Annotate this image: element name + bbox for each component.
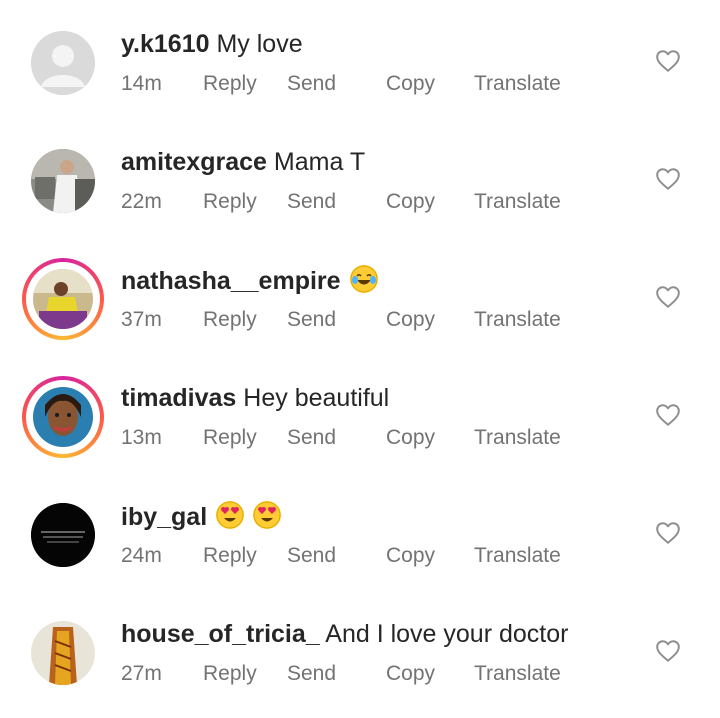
comment-item: timadivas Hey beautiful 13m Reply Send C… — [0, 354, 720, 472]
like-heart-icon[interactable] — [655, 520, 681, 546]
comment-line: timadivas Hey beautiful — [121, 383, 389, 413]
comments-list: y.k1610 My love 14m Reply Send Copy Tran… — [0, 0, 720, 718]
send-button[interactable]: Send — [287, 424, 336, 452]
avatar[interactable] — [22, 376, 104, 458]
comment-timestamp: 22m — [121, 190, 162, 213]
comment-text: My love — [216, 30, 303, 58]
profile-photo-icon — [31, 149, 95, 213]
comment-timestamp: 13m — [121, 426, 162, 449]
avatar[interactable] — [22, 612, 104, 694]
default-avatar-icon — [31, 31, 95, 95]
comment-line: house_of_tricia_ And I love your doctor — [121, 619, 568, 649]
send-button[interactable]: Send — [287, 660, 336, 688]
username-link[interactable]: house_of_tricia_ — [121, 620, 320, 648]
heart-eyes-emoji-icon — [253, 501, 282, 529]
translate-button[interactable]: Translate — [474, 306, 561, 334]
reply-button[interactable]: Reply — [203, 70, 257, 98]
comment-item: iby_gal 24m Reply Send Copy Translate — [0, 472, 720, 590]
like-heart-icon[interactable] — [655, 48, 681, 74]
comment-line: nathasha__empire — [121, 265, 378, 296]
comment-timestamp: 14m — [121, 72, 162, 95]
comment-text: Hey beautiful — [243, 384, 390, 412]
send-button[interactable]: Send — [287, 306, 336, 334]
comment-item: house_of_tricia_ And I love your doctor … — [0, 590, 720, 708]
like-heart-icon[interactable] — [655, 402, 681, 428]
send-button[interactable]: Send — [287, 542, 336, 570]
like-heart-icon[interactable] — [655, 284, 681, 310]
username-link[interactable]: nathasha__empire — [121, 267, 341, 295]
comment-line: y.k1610 My love — [121, 29, 303, 59]
comment-line: iby_gal — [121, 501, 282, 532]
profile-photo-icon — [31, 503, 95, 567]
tears-of-joy-emoji-icon — [349, 265, 378, 293]
username-link[interactable]: timadivas — [121, 384, 236, 412]
comment-line: amitexgrace Mama T — [121, 147, 365, 177]
avatar[interactable] — [22, 258, 104, 340]
reply-button[interactable]: Reply — [203, 188, 257, 216]
copy-button[interactable]: Copy — [386, 542, 435, 570]
reply-button[interactable]: Reply — [203, 542, 257, 570]
reply-button[interactable]: Reply — [203, 424, 257, 452]
copy-button[interactable]: Copy — [386, 424, 435, 452]
username-link[interactable]: y.k1610 — [121, 30, 210, 58]
send-button[interactable]: Send — [287, 70, 336, 98]
avatar[interactable] — [22, 494, 104, 576]
username-link[interactable]: iby_gal — [121, 503, 207, 531]
comment-timestamp: 24m — [121, 544, 162, 567]
comment-timestamp: 37m — [121, 308, 162, 331]
comment-item: amitexgrace Mama T 22m Reply Send Copy T… — [0, 118, 720, 236]
send-button[interactable]: Send — [287, 188, 336, 216]
reply-button[interactable]: Reply — [203, 660, 257, 688]
translate-button[interactable]: Translate — [474, 660, 561, 688]
profile-photo-icon — [31, 621, 95, 685]
translate-button[interactable]: Translate — [474, 424, 561, 452]
avatar[interactable] — [22, 140, 104, 222]
copy-button[interactable]: Copy — [386, 70, 435, 98]
like-heart-icon[interactable] — [655, 166, 681, 192]
profile-photo-icon — [33, 387, 93, 447]
comment-item: y.k1610 My love 14m Reply Send Copy Tran… — [0, 0, 720, 118]
avatar[interactable] — [22, 22, 104, 104]
copy-button[interactable]: Copy — [386, 306, 435, 334]
copy-button[interactable]: Copy — [386, 660, 435, 688]
comment-item: nathasha__empire 37m Reply Send Copy Tra… — [0, 236, 720, 354]
profile-photo-icon — [33, 269, 93, 329]
heart-eyes-emoji-icon — [216, 501, 245, 529]
reply-button[interactable]: Reply — [203, 306, 257, 334]
translate-button[interactable]: Translate — [474, 188, 561, 216]
comment-text: Mama T — [273, 148, 366, 176]
copy-button[interactable]: Copy — [386, 188, 435, 216]
comment-timestamp: 27m — [121, 662, 162, 685]
username-link[interactable]: amitexgrace — [121, 148, 267, 176]
comment-text: And I love your doctor — [325, 620, 569, 648]
like-heart-icon[interactable] — [655, 638, 681, 664]
translate-button[interactable]: Translate — [474, 70, 561, 98]
translate-button[interactable]: Translate — [474, 542, 561, 570]
